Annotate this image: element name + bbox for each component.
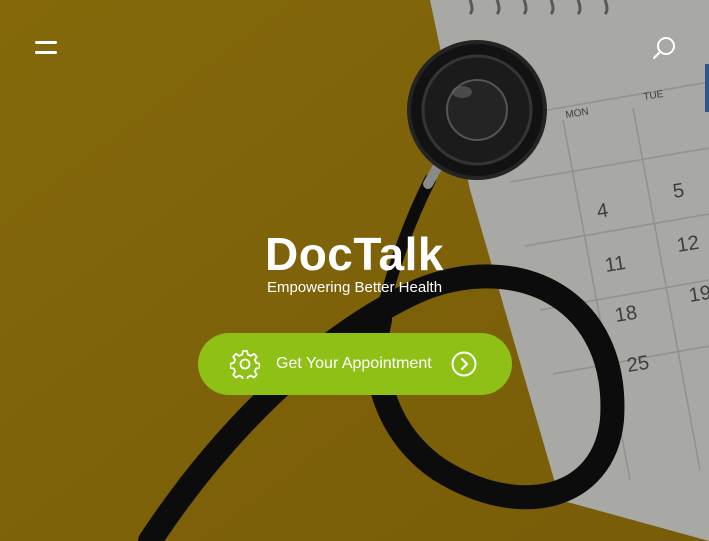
- menu-button[interactable]: [30, 34, 62, 62]
- search-icon: [652, 37, 675, 60]
- get-appointment-label: Get Your Appointment: [276, 355, 432, 372]
- hero-section: MON TUE 4 5 11 12 18 19 25 DocTalk Empow…: [0, 0, 709, 541]
- site-tagline: Empowering Better Health: [266, 279, 443, 296]
- top-bar: [0, 0, 709, 96]
- get-appointment-button[interactable]: Get Your Appointment: [198, 333, 512, 395]
- site-title: DocTalk: [264, 228, 445, 280]
- gear-icon: [230, 350, 260, 379]
- hamburger-menu-icon: [35, 41, 57, 54]
- chevron-right-circle-icon: [451, 351, 477, 377]
- hero-content: DocTalk Empowering Better Health: [0, 226, 709, 297]
- search-button[interactable]: [648, 32, 680, 64]
